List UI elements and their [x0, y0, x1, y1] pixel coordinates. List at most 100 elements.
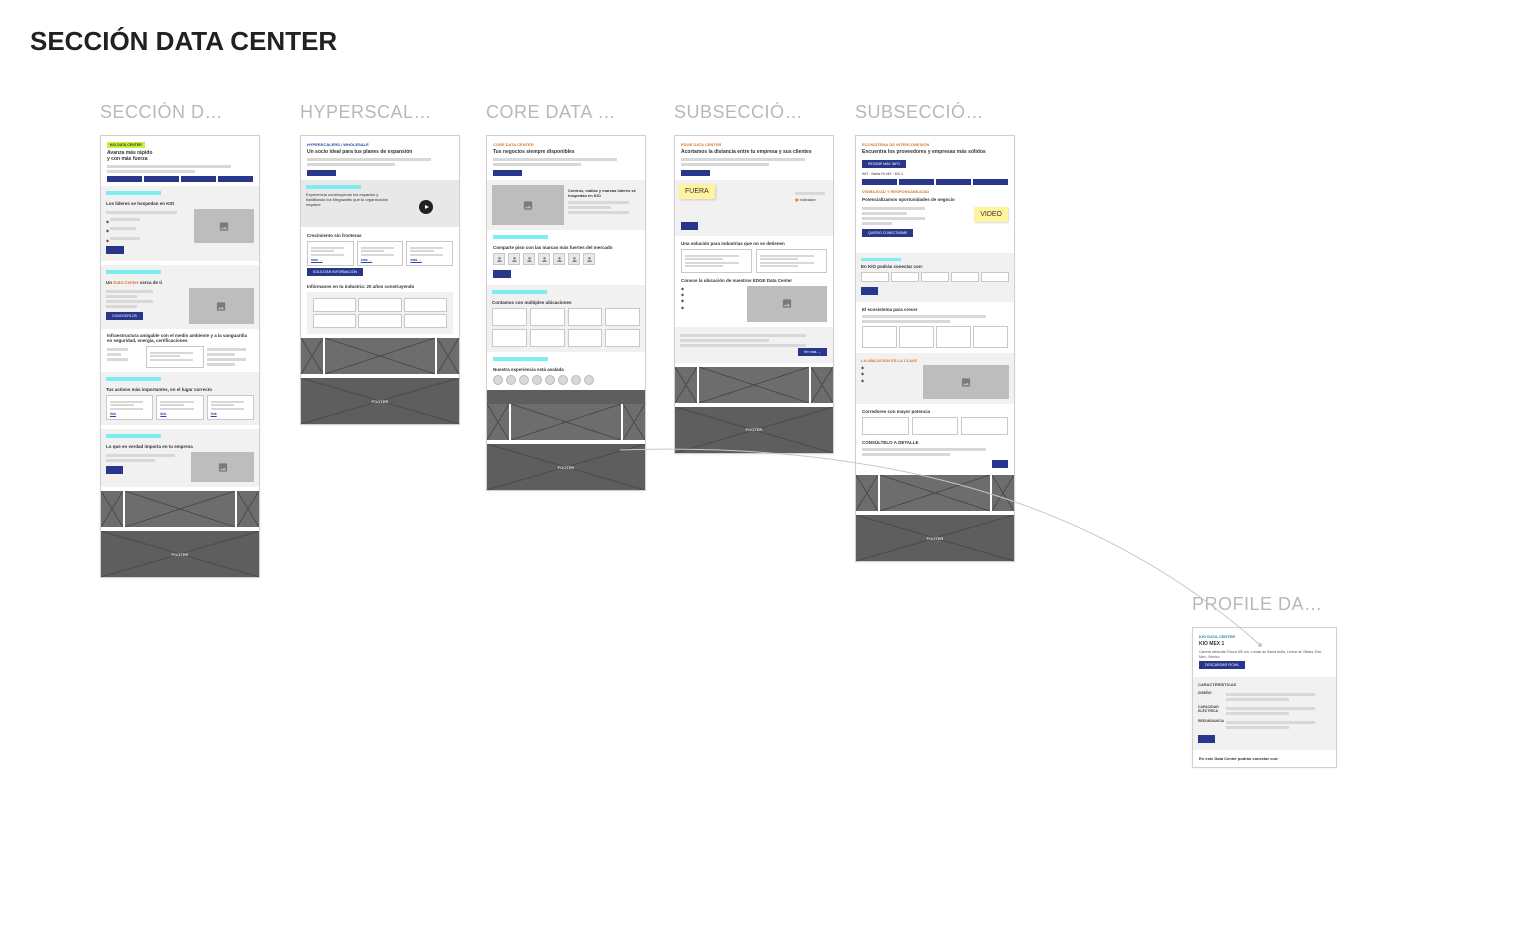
logo-row	[493, 253, 639, 265]
section-lideres: Los líderes se hospedan en KIO	[101, 186, 259, 261]
image-placeholder-icon	[492, 185, 564, 225]
play-icon	[419, 200, 433, 214]
image-placeholder-icon	[923, 365, 1009, 399]
foot-text: En este Data Center podrás conectar con:	[1199, 756, 1330, 761]
cta-button[interactable]	[106, 246, 124, 254]
section-title: Comparte piso con las marcas más fuertes…	[493, 245, 639, 250]
column-seccion-data: SECCIÓN D… KIO DATA CENTER Avanza más rá…	[100, 102, 260, 578]
section-video: FUERA ◉ indicador	[675, 180, 833, 236]
headline: Un socio ideal para tus planes de expans…	[307, 149, 453, 155]
nav-row	[307, 170, 453, 176]
carousel	[487, 404, 645, 440]
headline: Encuentra los proveedores y empresas más…	[862, 149, 1008, 155]
headline: Acortamos la distancia entre tu empresa …	[681, 149, 827, 155]
eyebrow: HYPERSCALERS / WHOLESALE	[307, 142, 453, 147]
carousel	[301, 338, 459, 374]
section-title: Nuestra experiencia está avalada	[493, 367, 639, 372]
column-title: SUBSECCIÓ…	[674, 102, 834, 123]
spec-row: CAPACIDAD ELÉCTRICA	[1198, 705, 1331, 717]
icon-row	[861, 272, 1009, 282]
column-title: SECCIÓN D…	[100, 102, 260, 123]
wireframe-seccion-data[interactable]: KIO DATA CENTER Avanza más rápido y con …	[100, 135, 260, 578]
wireframe-profile[interactable]: KIO DATA CENTER KIO MEX 1 Carrera vehicu…	[1192, 627, 1337, 768]
ver-mas-button[interactable]: Ver más →	[798, 348, 827, 356]
nav-row	[107, 176, 253, 182]
section-title: Los líderes se hospedan en KIO	[106, 201, 254, 206]
cta-button[interactable]	[106, 466, 123, 474]
wireframe-core-data[interactable]: CORE DATA CENTER Tus negocios siempre di…	[486, 135, 646, 491]
cta-button[interactable]	[681, 222, 698, 230]
address: Carrera vehicular Toluca MX s/n, Lomas d…	[1199, 650, 1330, 659]
column-subseccion-edge: SUBSECCIÓ… EDGE DATA CENTER Acortamos la…	[674, 102, 834, 454]
eyebrow: ECOSISTEMA DE INTERCONEXIÓN	[862, 142, 1008, 147]
cta-button[interactable]	[1198, 735, 1215, 743]
sticky-note-fuera[interactable]: FUERA	[679, 184, 715, 199]
cta-button[interactable]	[861, 287, 878, 295]
section-title: El ecosistema para crecer	[862, 307, 1008, 312]
carousel	[101, 491, 259, 527]
video-placeholder[interactable]	[399, 192, 454, 222]
image-placeholder-icon	[189, 288, 254, 324]
image-placeholder-icon	[747, 286, 827, 322]
eyebrow: CORE DATA CENTER	[493, 142, 639, 147]
column-core-data: CORE DATA … CORE DATA CENTER Tus negocio…	[486, 102, 646, 491]
column-subseccion-ecosistema: SUBSECCIÓ… ECOSISTEMA DE INTERCONEXIÓN E…	[855, 102, 1015, 562]
page-title: SECCIÓN DATA CENTER	[30, 26, 337, 57]
section-title: Lo que en verdad importa en tu empresa	[106, 444, 254, 449]
footer: FOOTER	[856, 515, 1014, 561]
wireframe-hyperscalers[interactable]: HYPERSCALERS / WHOLESALE Un socio ideal …	[300, 135, 460, 425]
spec-row: REDUNDANCIA	[1198, 719, 1331, 731]
footer: FOOTER	[675, 407, 833, 453]
section-title: Corredores con mayor potencia	[862, 409, 1008, 414]
section-title: Un Data Center cerca de ti	[106, 280, 254, 285]
column-title: SUBSECCIÓ…	[855, 102, 1015, 123]
sticky-note-video[interactable]: VIDEO	[974, 207, 1008, 222]
image-placeholder-icon	[194, 209, 254, 243]
column-title: HYPERSCAL…	[300, 102, 460, 123]
download-button[interactable]: DESCARGAR FICHA	[1199, 661, 1245, 669]
tag: KIO DATA CENTER	[107, 142, 145, 148]
section-ubicacion-clave: LA UBICACIÓN ES LA CLAVE	[856, 353, 1014, 404]
section-gray: Ver más →	[675, 327, 833, 363]
section-cerca: Un Data Center cerca de ti CONOCERLOS	[101, 265, 259, 329]
section-conectar: En KIO podrás conectar con:	[856, 253, 1014, 302]
section-title: Una solución para industrias que no se d…	[681, 241, 827, 246]
section-importa: Lo que en verdad importa en tu empresa	[101, 429, 259, 487]
footer: FOOTER	[301, 378, 459, 424]
wireframe-ecosistema[interactable]: ECOSISTEMA DE INTERCONEXIÓN Encuentra lo…	[855, 135, 1015, 562]
nav-row	[862, 179, 1008, 185]
side-title: Centros, mallas y marcas líderes se hosp…	[568, 188, 640, 198]
eyebrow: KIO DATA CENTER	[1199, 634, 1330, 639]
section-title: Infórmanos en tu industria: 20 años cons…	[307, 284, 453, 289]
spec-row: DISEÑO	[1198, 691, 1331, 703]
cta-button[interactable]: QUIERO CONECTARME	[862, 229, 913, 237]
section-title: Contamos con múltiples ubicaciones	[492, 300, 640, 305]
spec-title: CARACTERÍSTICAS	[1198, 682, 1331, 687]
section-title: Infraestructura amigable con el medio am…	[107, 333, 253, 343]
carousel	[856, 475, 1014, 511]
headline: Avanza más rápido y con más fuerza	[107, 150, 253, 162]
nav-row	[493, 170, 639, 176]
image-placeholder-icon	[191, 452, 254, 482]
section-title: Crecimiento sin fronteras	[307, 233, 453, 238]
cta-button[interactable]	[992, 460, 1008, 468]
column-title: CORE DATA …	[486, 102, 646, 123]
footer-strip	[487, 390, 645, 404]
headline: Tus negocios siempre disponibles	[493, 149, 639, 155]
footer: FOOTER	[487, 444, 645, 490]
section-eyebrow: LA UBICACIÓN ES LA CLAVE	[861, 358, 1009, 363]
section-eyebrow: VISIBILIDAD Y RESPONSABILIDAD	[862, 189, 1008, 194]
section-title: Tus activos más importantes, en el lugar…	[106, 387, 254, 392]
section-title: CONSÚLTELO A DETALLE	[862, 440, 1008, 445]
column-title: PROFILE DA…	[1192, 594, 1337, 615]
cta-button[interactable]	[493, 270, 511, 278]
section-title: En KIO podrás conectar con:	[861, 264, 1009, 269]
cta-button[interactable]: SOLICITAR INFORMACIÓN	[307, 268, 363, 276]
location-grid	[492, 308, 640, 347]
section-hero: Centros, mallas y marcas líderes se hosp…	[487, 180, 645, 230]
logo-icon	[493, 253, 505, 265]
cta-button-top[interactable]: RECIBIR MÁS INFO	[862, 160, 906, 168]
section-experiencia: Experiencia construyendo los espacios y …	[301, 180, 459, 227]
wireframe-edge[interactable]: EDGE DATA CENTER Acortamos la distancia …	[674, 135, 834, 454]
cta-button[interactable]: CONOCERLOS	[106, 312, 143, 320]
